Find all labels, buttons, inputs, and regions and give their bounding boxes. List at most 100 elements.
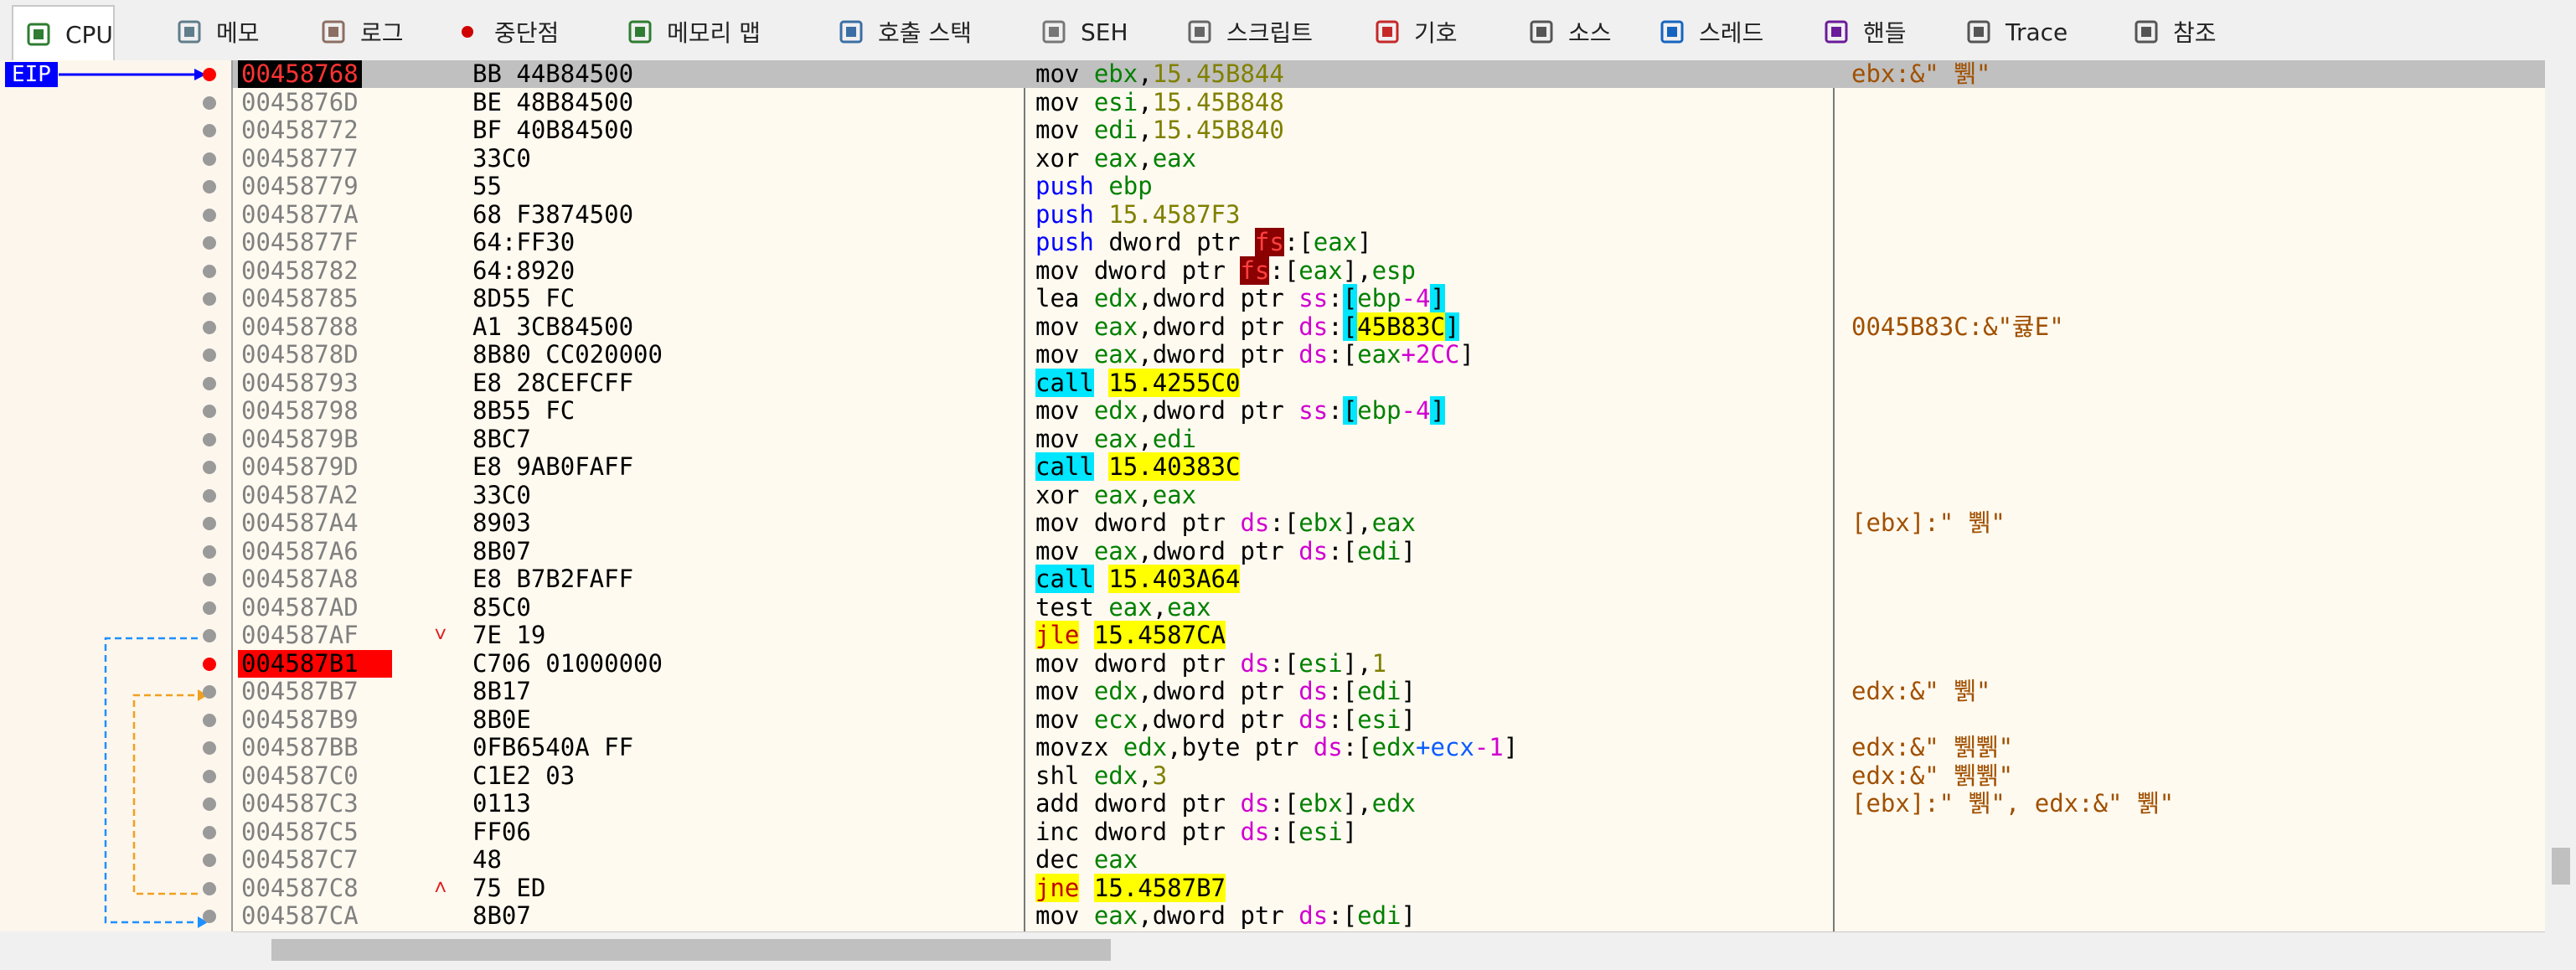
instruction-row[interactable]: 00458777 33C0 xor eax,eax bbox=[233, 145, 2545, 173]
breakpoint-slot-icon[interactable] bbox=[203, 209, 216, 222]
handles-icon bbox=[1821, 17, 1851, 47]
instruction-row[interactable]: 0045876D BE 48B84500 mov esi,15.45B848 bbox=[233, 89, 2545, 116]
tab-references[interactable]: 참조 bbox=[2121, 5, 2217, 59]
instruction-row[interactable]: 00458768 BB 44B84500 mov ebx,15.45B844 ebx:… bbox=[233, 60, 2545, 88]
breakpoint-slot-icon[interactable] bbox=[203, 124, 216, 137]
address-cell: 0045879D bbox=[241, 452, 359, 481]
token: 15.45B844 bbox=[1152, 60, 1284, 88]
breakpoint-slot-icon[interactable] bbox=[203, 348, 216, 362]
tab-log[interactable]: 로그 bbox=[308, 5, 404, 59]
breakpoint-slot-icon[interactable] bbox=[203, 292, 216, 306]
token: esi bbox=[1357, 705, 1402, 734]
tab-handles[interactable]: 핸들 bbox=[1811, 5, 1907, 59]
instruction-row[interactable]: 0045877A 68 F3874500 push 15.4587F3 bbox=[233, 201, 2545, 229]
horizontal-scrollbar[interactable] bbox=[233, 931, 2545, 966]
breakpoint-slot-icon[interactable] bbox=[203, 152, 216, 166]
breakpoint-slot-icon[interactable] bbox=[203, 180, 216, 193]
disassembly-pane[interactable]: 00458768 BB 44B84500 mov ebx,15.45B844 ebx:… bbox=[233, 60, 2545, 931]
instruction-row[interactable]: 004587A2 33C0 xor eax,eax bbox=[233, 482, 2545, 509]
instruction-row[interactable]: 0045877F 64:FF30 push dword ptr fs:[eax] bbox=[233, 228, 2545, 256]
instruction-row[interactable]: 00458798 8B55 FC mov edx,dword ptr ss:[ebp… bbox=[233, 396, 2545, 425]
token: dword ptr bbox=[1108, 228, 1255, 256]
instruction-row[interactable]: 00458779 55 push ebp bbox=[233, 173, 2545, 200]
breakpoint-slot-icon[interactable] bbox=[203, 489, 216, 503]
token: ], bbox=[1342, 256, 1372, 285]
breakpoint-slot-icon[interactable] bbox=[203, 321, 216, 334]
breakpoint-slot-icon[interactable] bbox=[203, 545, 216, 559]
instruction-row[interactable]: 0045879D E8 9AB0FAFF call 15.40383C bbox=[233, 452, 2545, 481]
tab-seh[interactable]: SEH bbox=[1029, 5, 1128, 59]
instruction-row[interactable]: 004587C0 C1E2 03 shl edx,3 edx:&" 쀍쀍" bbox=[233, 762, 2545, 790]
instruction-row[interactable]: 0045879B 8BC7 mov eax,edi bbox=[233, 426, 2545, 453]
tab-cpu[interactable]: CPU bbox=[12, 5, 115, 62]
instruction-row[interactable]: 004587B1 C706 01000000 mov dword ptr ds:[e… bbox=[233, 650, 2545, 678]
tab-symbols[interactable]: 기호 bbox=[1362, 5, 1458, 59]
instruction-row[interactable]: 00458772 BF 40B84500 mov edi,15.45B840 bbox=[233, 116, 2545, 144]
breakpoint-slot-icon[interactable] bbox=[203, 797, 216, 811]
instruction-row[interactable]: 00458785 8D55 FC lea edx,dword ptr ss:[ebp… bbox=[233, 284, 2545, 312]
tab-notes[interactable]: 메모 bbox=[164, 5, 260, 59]
instruction-row[interactable]: 004587A6 8B07 mov eax,dword ptr ds:[edi] bbox=[233, 538, 2545, 565]
token: fs bbox=[1254, 228, 1284, 256]
instruction-row[interactable]: 004587C7 48 dec eax bbox=[233, 846, 2545, 874]
breakpoint-slot-icon[interactable] bbox=[203, 882, 216, 895]
token: ] bbox=[1342, 818, 1358, 846]
vertical-scrollbar[interactable] bbox=[2545, 60, 2576, 931]
branch-gutter[interactable]: EIP bbox=[0, 60, 233, 931]
breakpoint-slot-icon[interactable] bbox=[203, 741, 216, 755]
breakpoint-slot-icon[interactable] bbox=[203, 377, 216, 390]
instruction-row[interactable]: 004587B9 8B0E mov ecx,dword ptr ds:[esi] bbox=[233, 706, 2545, 734]
instruction-row[interactable]: 004587C8 ˄ 75 ED jne 15.4587B7 bbox=[233, 874, 2545, 902]
instruction-row[interactable]: 00458782 64:8920 mov dword ptr fs:[eax],es… bbox=[233, 256, 2545, 285]
address-cell: 004587C0 bbox=[241, 761, 359, 790]
instruction-row[interactable]: 0045878D 8B80 CC020000 mov eax,dword ptr d… bbox=[233, 341, 2545, 369]
token: ds bbox=[1313, 733, 1343, 761]
breakpoint-slot-icon[interactable] bbox=[203, 517, 216, 530]
horizontal-scroll-thumb[interactable] bbox=[271, 939, 1111, 961]
breakpoint-slot-icon[interactable] bbox=[203, 601, 216, 615]
tab-breakpoint[interactable]: 중단점 bbox=[442, 5, 559, 59]
breakpoint-dot-icon[interactable] bbox=[203, 658, 216, 671]
bytes-cell: 33C0 bbox=[472, 144, 531, 173]
token: esp bbox=[1371, 256, 1416, 285]
instruction-row[interactable]: 004587A8 E8 B7B2FAFF call 15.403A64 bbox=[233, 565, 2545, 593]
tab-memory-map[interactable]: 메모리 맵 bbox=[615, 5, 761, 59]
breakpoint-slot-icon[interactable] bbox=[203, 714, 216, 727]
tab-trace[interactable]: Trace bbox=[1954, 5, 2068, 59]
breakpoint-slot-icon[interactable] bbox=[203, 826, 216, 839]
instruction-row[interactable]: 004587A4 8903 mov dword ptr ds:[ebx],eax [e… bbox=[233, 509, 2545, 537]
token: esi bbox=[1093, 88, 1138, 116]
breakpoint-slot-icon[interactable] bbox=[203, 685, 216, 699]
breakpoint-slot-icon[interactable] bbox=[203, 910, 216, 923]
instruction-row[interactable]: 00458788 A1 3CB84500 mov eax,dword ptr ds:… bbox=[233, 312, 2545, 341]
bytes-cell: 0113 bbox=[472, 789, 531, 818]
breakpoint-slot-icon[interactable] bbox=[203, 405, 216, 418]
instruction-row[interactable]: 00458793 E8 28CEFCFF call 15.4255C0 bbox=[233, 369, 2545, 397]
instruction-row[interactable]: 004587B7 8B17 mov edx,dword ptr ds:[edi] ed… bbox=[233, 678, 2545, 705]
instruction-row[interactable]: 004587C5 FF06 inc dword ptr ds:[esi] bbox=[233, 818, 2545, 846]
tab-call-stack[interactable]: 호출 스택 bbox=[826, 5, 972, 59]
breakpoint-slot-icon[interactable] bbox=[203, 854, 216, 867]
breakpoint-slot-icon[interactable] bbox=[203, 770, 216, 783]
breakpoint-slot-icon[interactable] bbox=[203, 265, 216, 278]
breakpoint-slot-icon[interactable] bbox=[203, 573, 216, 586]
tab-threads[interactable]: 스레드 bbox=[1647, 5, 1763, 59]
instruction-row[interactable]: 004587AF ˅ 7E 19 jle 15.4587CA bbox=[233, 621, 2545, 649]
instruction-row[interactable]: 004587C3 0113 add dword ptr ds:[ebx],edx [e… bbox=[233, 790, 2545, 818]
instruction-row[interactable]: 004587CA 8B07 mov eax,dword ptr ds:[edi] bbox=[233, 902, 2545, 930]
instruction-row[interactable]: 004587AD 85C0 test eax,eax bbox=[233, 594, 2545, 622]
breakpoint-slot-icon[interactable] bbox=[203, 96, 216, 110]
instruction-row[interactable]: 004587BB 0FB6540A FF movzx edx,byte ptr ds… bbox=[233, 734, 2545, 761]
token: add dword ptr bbox=[1035, 789, 1241, 818]
token: eax bbox=[1093, 425, 1138, 453]
breakpoint-slot-icon[interactable] bbox=[203, 236, 216, 250]
disassembly-cell: mov ebx,15.45B844 bbox=[1035, 60, 1284, 88]
breakpoint-slot-icon[interactable] bbox=[203, 433, 216, 446]
vertical-scroll-thumb[interactable] bbox=[2552, 848, 2570, 885]
tab-script[interactable]: 스크립트 bbox=[1174, 5, 1313, 59]
tab-source[interactable]: 소스 bbox=[1516, 5, 1612, 59]
bytes-cell: 8B0E bbox=[472, 705, 531, 734]
breakpoint-dot-icon[interactable] bbox=[203, 68, 216, 81]
breakpoint-slot-icon[interactable] bbox=[203, 629, 216, 642]
breakpoint-slot-icon[interactable] bbox=[203, 461, 216, 474]
